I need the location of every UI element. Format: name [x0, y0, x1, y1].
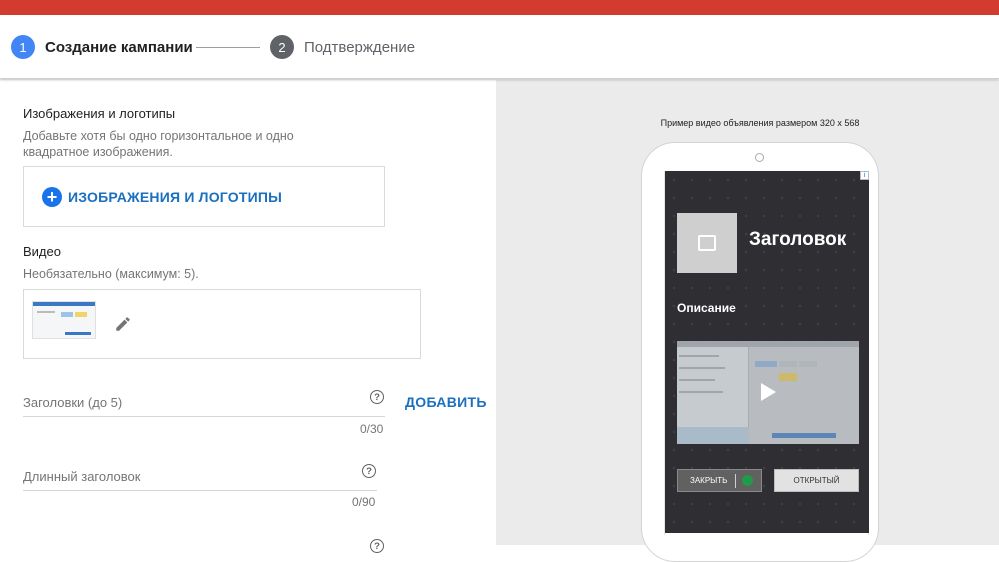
step-number: 1: [11, 35, 35, 59]
images-section-title: Изображения и логотипы: [23, 106, 176, 121]
headlines-placeholder: Заголовки (до 5): [23, 395, 123, 410]
step-label: Создание кампании: [45, 38, 193, 56]
adchoices-icon[interactable]: i: [860, 171, 869, 180]
video-box: [23, 289, 421, 359]
phone-screen: i Заголовок Описание ЗАКРЫТЬ ОТКРЫТЫЙ: [664, 171, 869, 535]
play-icon[interactable]: [761, 383, 776, 401]
step-label: Подтверждение: [304, 38, 416, 56]
long-headline-counter: 0/90: [352, 495, 376, 509]
ad-video[interactable]: [677, 341, 859, 444]
video-section-title: Видео: [23, 244, 61, 259]
help-icon[interactable]: ?: [370, 390, 384, 404]
close-label: ЗАКРЫТЬ: [690, 476, 728, 485]
headlines-input[interactable]: Заголовки (до 5): [23, 376, 385, 417]
image-icon: [698, 235, 716, 251]
ad-preview: i Заголовок Описание ЗАКРЫТЬ ОТКРЫТЫЙ: [665, 171, 869, 533]
preview-panel: Пример видео объявления размером 320 x 5…: [496, 80, 999, 562]
headlines-counter: 0/30: [360, 422, 384, 436]
help-icon[interactable]: ?: [362, 464, 376, 478]
form-panel: Изображения и логотипы Добавьте хотя бы …: [0, 80, 496, 553]
ad-close-button[interactable]: ЗАКРЫТЬ: [677, 469, 762, 492]
stepper: 1 Создание кампании 2 Подтверждение: [0, 15, 999, 79]
ad-open-button[interactable]: ОТКРЫТЫЙ: [774, 469, 859, 492]
long-headline-placeholder: Длинный заголовок: [23, 469, 141, 484]
step-connector: [196, 47, 260, 48]
image-placeholder: [677, 213, 737, 273]
top-accent-bar: [0, 0, 999, 15]
step-confirmation[interactable]: 2 Подтверждение: [270, 35, 415, 59]
add-headline-button[interactable]: ДОБАВИТЬ: [405, 394, 487, 410]
step-create-campaign[interactable]: 1 Создание кампании: [11, 35, 193, 59]
add-images-label: ИЗОБРАЖЕНИЯ И ЛОГОТИПЫ: [68, 189, 283, 205]
preview-caption: Пример видео объявления размером 320 x 5…: [660, 118, 860, 128]
pencil-icon[interactable]: [114, 315, 132, 333]
long-headline-input[interactable]: Длинный заголовок: [23, 450, 377, 491]
images-section-help: Добавьте хотя бы одно горизонтальное и о…: [23, 129, 294, 159]
images-upload-box: + ИЗОБРАЖЕНИЯ И ЛОГОТИПЫ: [23, 166, 385, 227]
help-icon[interactable]: ?: [370, 539, 384, 553]
step-number: 2: [270, 35, 294, 59]
divider: [735, 473, 737, 488]
phone-camera: [755, 153, 764, 162]
plus-icon: +: [42, 187, 62, 207]
status-dot-icon: [742, 475, 754, 486]
phone-frame: i Заголовок Описание ЗАКРЫТЬ ОТКРЫТЫЙ: [641, 142, 879, 562]
add-images-button[interactable]: + ИЗОБРАЖЕНИЯ И ЛОГОТИПЫ: [42, 187, 282, 207]
ad-title: Заголовок: [749, 229, 847, 250]
ad-description: Описание: [677, 301, 736, 315]
video-section-help: Необязательно (максимум: 5).: [23, 267, 199, 281]
video-thumbnail[interactable]: [32, 301, 96, 339]
